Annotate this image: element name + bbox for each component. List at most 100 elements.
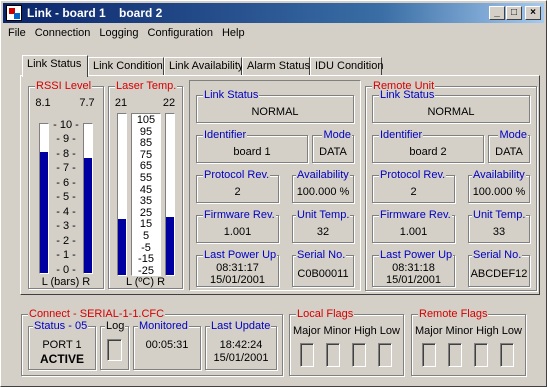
local-serial-group: Serial No. C0B00011 xyxy=(292,249,354,287)
remote-availability: 100.000 % xyxy=(472,186,526,198)
remote-identifier-group: Identifier board 2 xyxy=(372,129,484,163)
menu-logging[interactable]: Logging xyxy=(94,25,142,39)
local-power-time: 08:31:17 xyxy=(216,262,259,274)
laser-scale-tick: 35 xyxy=(139,195,153,208)
local-power-group: Last Power Up 08:31:17 15/01/2001 xyxy=(196,249,279,287)
rssi-scale-tick: - 0 - xyxy=(56,263,76,276)
laser-scale-tick: 45 xyxy=(139,183,153,196)
laser-scale-tick: 25 xyxy=(139,206,153,219)
rssi-footer: L (bars) R xyxy=(41,276,91,288)
tab-link-availability[interactable]: Link Availability xyxy=(164,57,243,76)
laser-scale-tick: 85 xyxy=(139,137,153,150)
laser-scale-tick: 55 xyxy=(139,172,153,184)
laser-right-fill xyxy=(166,217,174,275)
laser-scale-tick: 105 xyxy=(136,114,156,126)
menu-connection[interactable]: Connection xyxy=(30,25,95,39)
laser-scale-tick: 65 xyxy=(139,160,153,173)
remote-protocol-group: Protocol Rev. 2 xyxy=(372,169,455,203)
remote-mode-label: Mode xyxy=(498,129,528,141)
remote-unit-temp-group: Unit Temp. 33 xyxy=(468,209,530,243)
rssi-right-bar xyxy=(83,123,93,274)
local-firmware: 1.001 xyxy=(223,226,252,238)
remote-protocol: 2 xyxy=(410,186,417,198)
maximize-button[interactable]: □ xyxy=(506,6,522,20)
remote-availability-group: Availability 100.000 % xyxy=(468,169,530,203)
remote-unit-temp-label: Unit Temp. xyxy=(472,209,527,221)
last-update-date: 15/01/2001 xyxy=(213,352,269,364)
remote-identifier-label: Identifier xyxy=(379,129,424,141)
rssi-level-label: RSSI Level xyxy=(35,80,93,92)
menu-file[interactable]: File xyxy=(3,25,30,39)
remote-firmware-label: Firmware Rev. xyxy=(379,209,452,221)
local-serial-label: Serial No. xyxy=(296,249,347,261)
local-high-indicator xyxy=(352,343,366,367)
local-mode: DATA xyxy=(319,146,347,158)
local-identifier-group: Identifier board 1 xyxy=(196,129,308,163)
rssi-scale-tick: - 10 - xyxy=(53,119,79,131)
tab-link-status[interactable]: Link Status xyxy=(22,55,88,77)
local-unit-panel: Link Status NORMAL Identifier board 1 Mo… xyxy=(189,80,361,291)
local-availability-label: Availability xyxy=(296,169,350,181)
log-label: Log xyxy=(105,320,126,332)
remote-firmware-group: Firmware Rev. 1.001 xyxy=(372,209,455,243)
remote-firmware: 1.001 xyxy=(399,226,428,238)
remote-link-status: NORMAL xyxy=(427,106,475,118)
local-identifier-label: Identifier xyxy=(203,129,248,141)
minimize-button[interactable]: _ xyxy=(489,6,505,20)
menu-help[interactable]: Help xyxy=(217,25,249,39)
log-indicator[interactable] xyxy=(107,339,122,361)
connect-group: Connect - SERIAL-1-1.CFC Status - 05 POR… xyxy=(21,308,283,376)
remote-serial-label: Serial No. xyxy=(472,249,523,261)
link-status-panel: RSSI Level 8.1 7.7 - 10 - - 9 -- 8 - - 7 -… xyxy=(20,75,540,295)
laser-right-bar xyxy=(165,113,175,276)
remote-availability-label: Availability xyxy=(472,169,526,181)
remote-serial: ABCDEF12 xyxy=(470,268,528,280)
monitored-value: 00:05:31 xyxy=(145,339,189,351)
local-serial: C0B00011 xyxy=(297,268,349,280)
remote-power-time: 08:31:18 xyxy=(392,262,435,274)
local-link-status-group: Link Status NORMAL xyxy=(196,89,354,123)
close-button[interactable]: × xyxy=(525,6,541,20)
laser-scale-tick: -5 xyxy=(141,241,151,254)
local-mode-group: Mode DATA xyxy=(312,129,354,163)
title-bar[interactable]: Link - board 1 board 2 _ □ × xyxy=(3,3,544,23)
laser-scale-tick: -25 xyxy=(138,264,154,277)
rssi-scale-tick: - 8 - xyxy=(56,147,76,160)
laser-scale-tick: -15 xyxy=(138,253,154,266)
remote-low-indicator xyxy=(500,343,514,367)
local-availability: 100.000 % xyxy=(296,186,350,198)
laser-scale-tick: 5 xyxy=(142,230,150,242)
laser-scale-tick: 95 xyxy=(139,125,153,138)
state-value: ACTIVE xyxy=(39,352,84,366)
last-update-time: 18:42:24 xyxy=(219,339,263,351)
remote-unit-temp: 33 xyxy=(492,226,506,238)
remote-power-date: 15/01/2001 xyxy=(385,274,442,286)
status-label: Status - 05 xyxy=(33,320,89,332)
remote-link-status-label: Link Status xyxy=(379,89,436,101)
remote-link-status-group: Link Status NORMAL xyxy=(372,89,530,123)
remote-flags-columns: Major Minor High Low xyxy=(415,325,522,337)
window-title: Link - board 1 board 2 xyxy=(27,6,163,20)
last-update-label: Last Update xyxy=(210,320,272,332)
tab-link-condition[interactable]: Link Condition xyxy=(88,57,164,76)
local-link-status: NORMAL xyxy=(251,106,299,118)
laser-temp-group: Laser Temp. 21 22 105 95 85 75 65 55 45 35 25 15 5… xyxy=(108,80,183,289)
local-mode-label: Mode xyxy=(322,129,352,141)
local-availability-group: Availability 100.000 % xyxy=(292,169,354,203)
local-identifier: board 1 xyxy=(233,146,271,158)
monitored-label: Monitored xyxy=(138,320,189,332)
local-power-date: 15/01/2001 xyxy=(209,274,266,286)
remote-flags-label: Remote Flags xyxy=(418,308,489,320)
menu-configuration[interactable]: Configuration xyxy=(143,25,217,39)
local-link-status-label: Link Status xyxy=(203,89,260,101)
local-power-label: Last Power Up xyxy=(203,249,278,261)
rssi-right-value: 7.7 xyxy=(79,97,95,109)
local-minor-indicator xyxy=(326,343,340,367)
tab-alarm-status[interactable]: Alarm Status xyxy=(242,57,310,76)
rssi-scale-tick: - 5 - xyxy=(56,191,76,204)
remote-power-group: Last Power Up 08:31:18 15/01/2001 xyxy=(372,249,455,287)
tab-idu-condition[interactable]: IDU Condition xyxy=(310,57,383,76)
remote-power-label: Last Power Up xyxy=(379,249,454,261)
app-window: Link - board 1 board 2 _ □ × File Connect… xyxy=(0,0,547,387)
remote-mode: DATA xyxy=(495,146,523,158)
